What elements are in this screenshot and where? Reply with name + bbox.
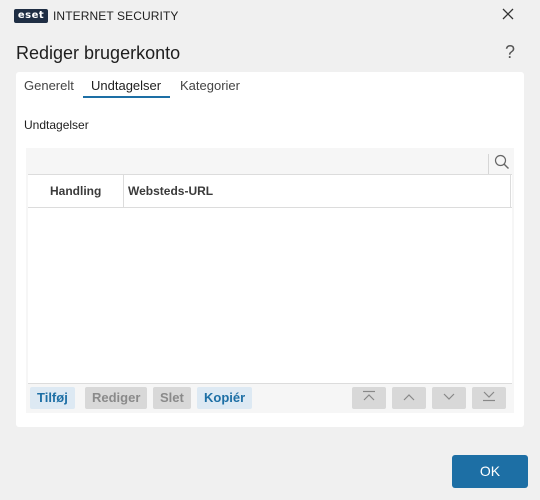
section-label: Undtagelser: [24, 118, 89, 132]
add-button[interactable]: Tilføj: [30, 387, 75, 409]
exceptions-grid: Handling Websteds-URL Tilføj Rediger Sle…: [26, 148, 514, 413]
move-down-icon: [442, 389, 456, 407]
delete-button[interactable]: Slet: [153, 387, 191, 409]
table-toolbar: Tilføj Rediger Slet Kopiér: [26, 383, 514, 413]
content-panel: Generelt Undtagelser Kategorier Undtagel…: [16, 72, 524, 427]
search-button[interactable]: [490, 152, 514, 176]
edit-button[interactable]: Rediger: [85, 387, 148, 409]
copy-button[interactable]: Kopiér: [197, 387, 253, 409]
exceptions-table: Handling Websteds-URL: [28, 174, 512, 384]
search-input[interactable]: [26, 152, 488, 174]
tab-exceptions[interactable]: Undtagelser: [91, 78, 161, 94]
dialog-title: Rediger brugerkonto: [16, 43, 181, 63]
tab-categories[interactable]: Kategorier: [180, 78, 240, 94]
close-icon: [502, 7, 514, 25]
window-titlebar: eset INTERNET SECURITY: [0, 0, 540, 32]
product-name: INTERNET SECURITY: [53, 9, 179, 23]
move-down-button[interactable]: [432, 387, 466, 409]
column-header-action[interactable]: Handling: [50, 175, 101, 207]
table-header: Handling Websteds-URL: [28, 175, 512, 208]
table-body[interactable]: [28, 208, 512, 383]
help-button[interactable]: ?: [500, 41, 520, 63]
search-row: [26, 152, 514, 174]
tab-general[interactable]: Generelt: [24, 78, 74, 94]
move-top-button[interactable]: [352, 387, 386, 409]
ok-button[interactable]: OK: [452, 455, 528, 488]
close-button[interactable]: [494, 3, 522, 29]
eset-logo: eset: [14, 9, 48, 23]
search-icon: [494, 154, 510, 175]
tab-strip: Generelt Undtagelser Kategorier: [16, 72, 524, 98]
column-divider[interactable]: [510, 175, 511, 207]
active-tab-indicator: [83, 96, 170, 98]
move-top-icon: [362, 389, 376, 407]
move-up-icon: [402, 389, 416, 407]
move-bottom-icon: [482, 389, 496, 407]
column-divider[interactable]: [123, 175, 124, 207]
search-divider: [488, 154, 489, 174]
move-up-button[interactable]: [392, 387, 426, 409]
move-bottom-button[interactable]: [472, 387, 506, 409]
column-header-url[interactable]: Websteds-URL: [128, 175, 213, 207]
